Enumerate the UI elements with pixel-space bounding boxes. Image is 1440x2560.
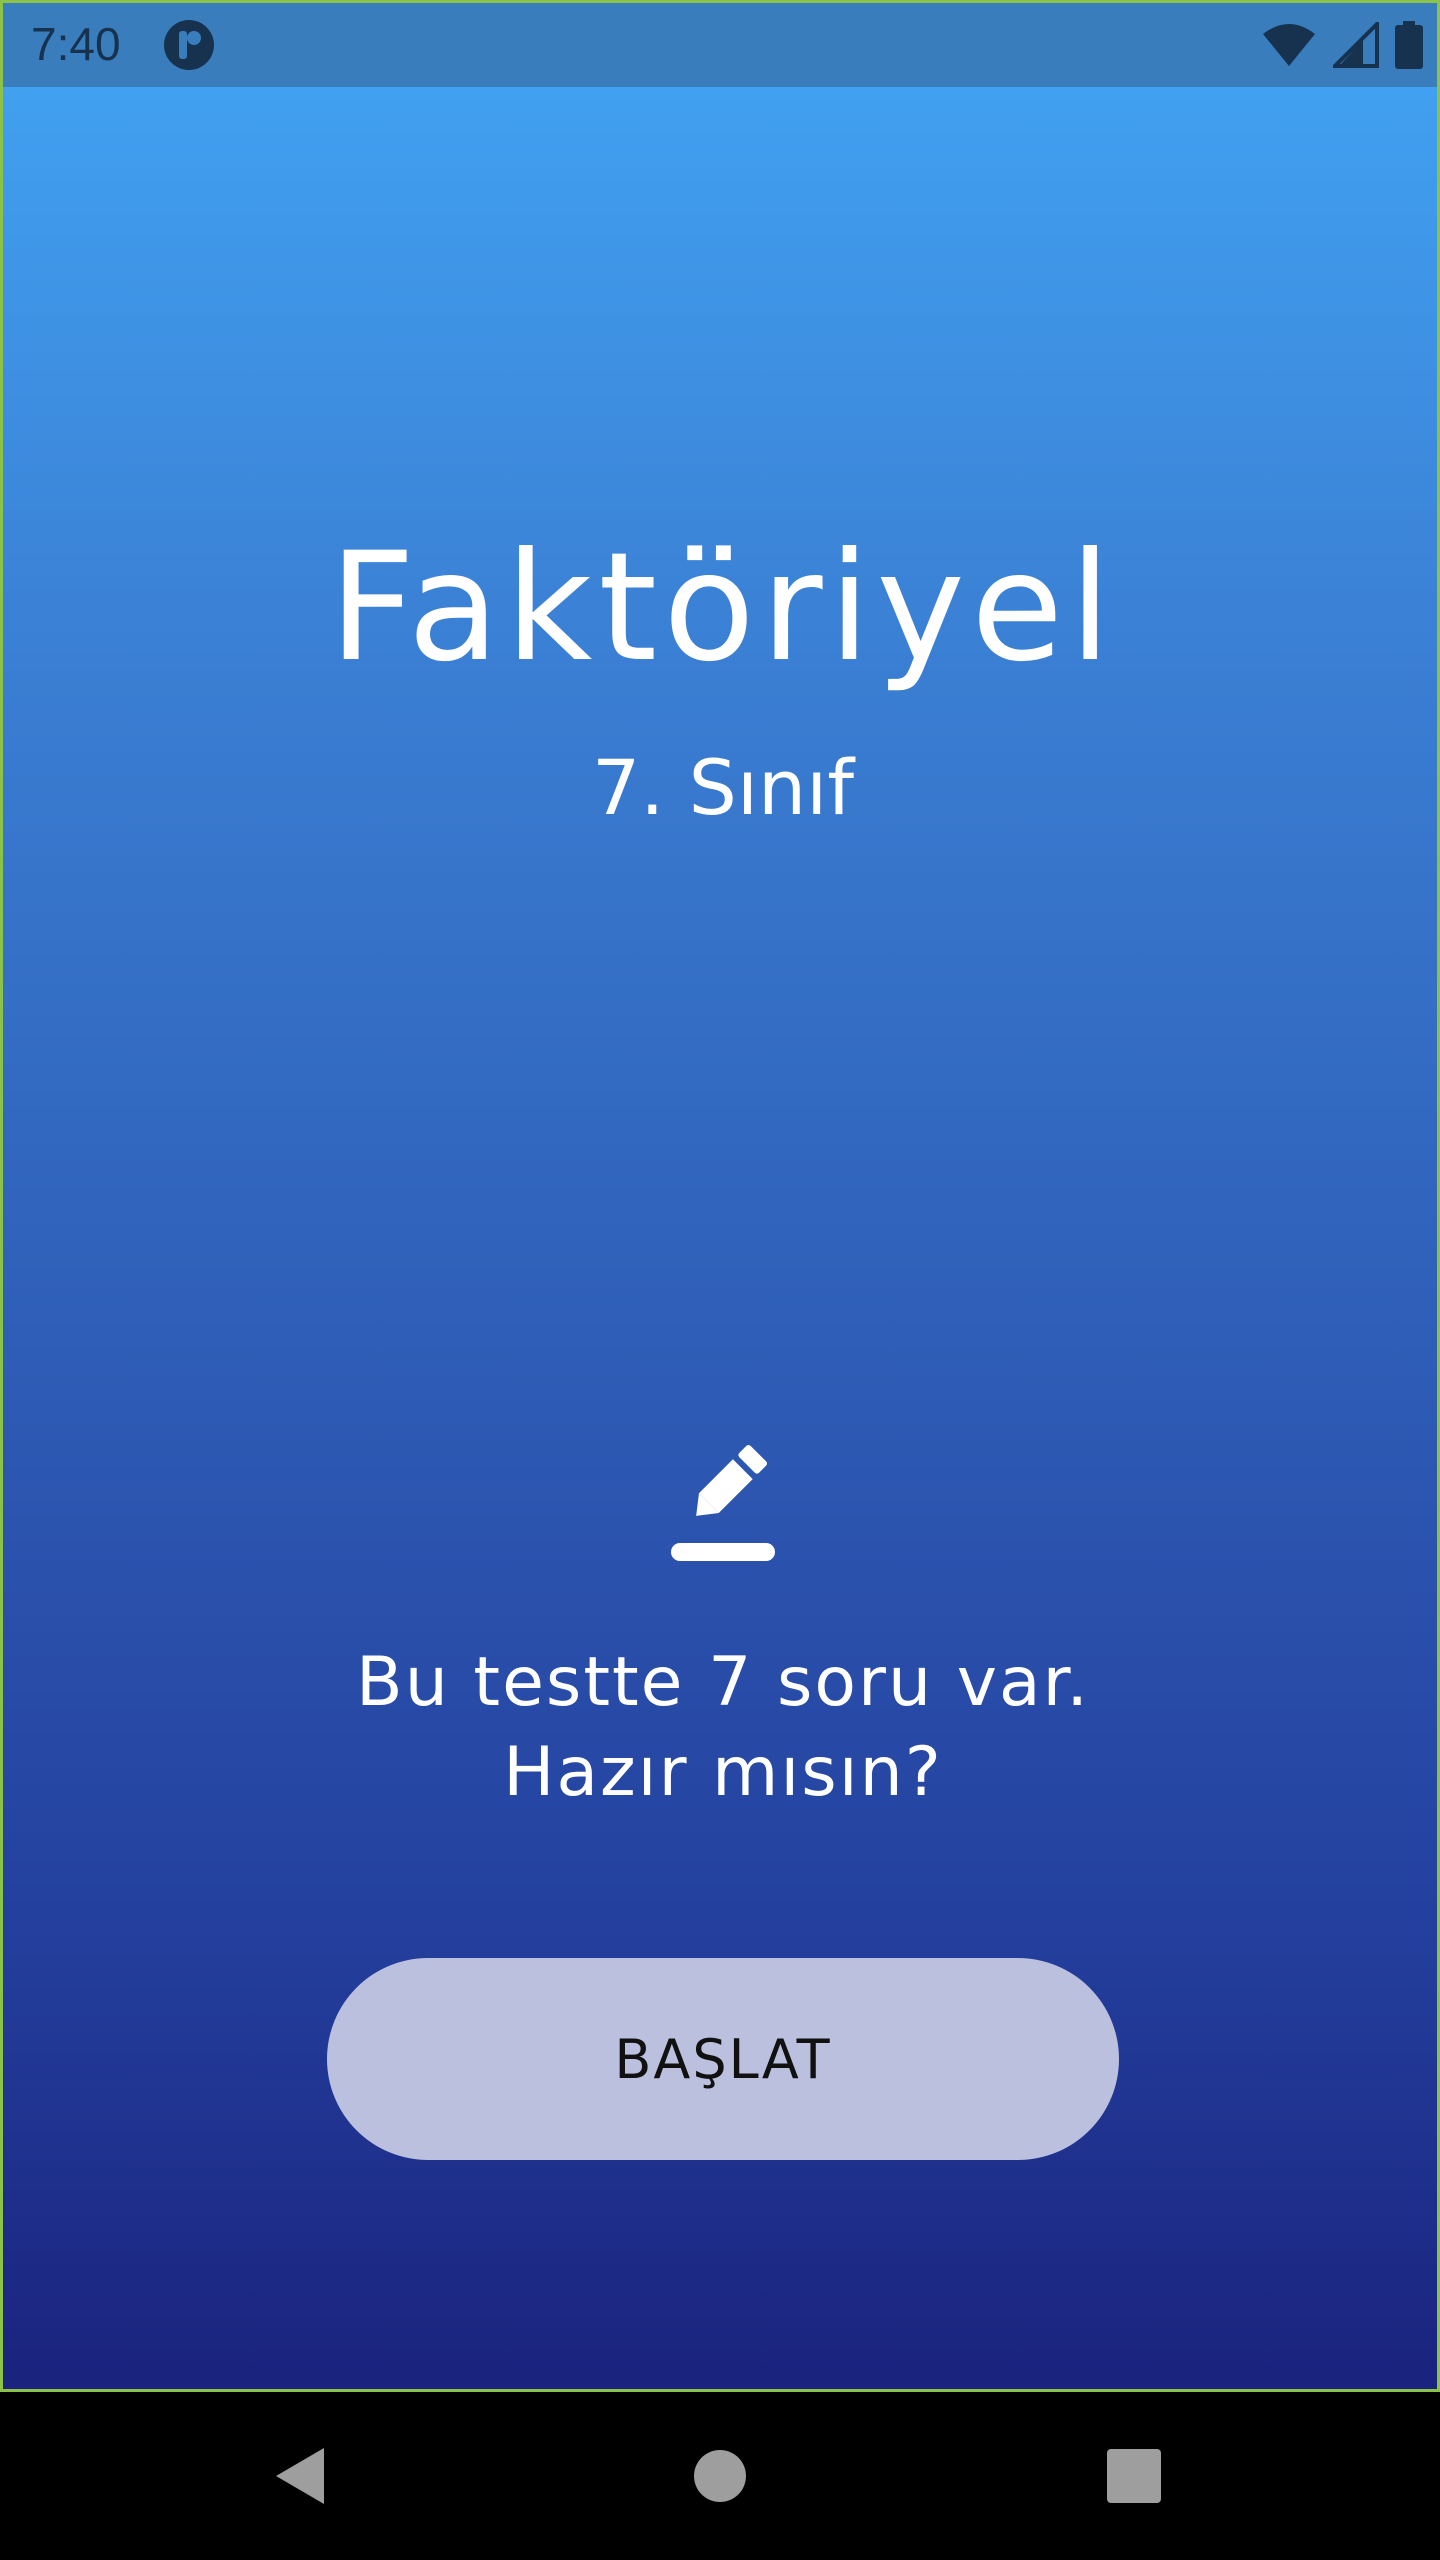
home-button[interactable]: [640, 2392, 800, 2560]
test-info-message: Bu testte 7 soru var. Hazır mısın?: [3, 1638, 1437, 1818]
navigation-bar: [0, 2392, 1440, 2560]
status-bar: 7:40: [3, 3, 1437, 87]
cell-signal-icon: [1333, 22, 1379, 68]
battery-icon: [1395, 21, 1423, 69]
wifi-icon: [1263, 24, 1315, 66]
grade-subtitle: 7. Sınıf: [591, 743, 855, 832]
message-line-questions: Bu testte 7 soru var.: [356, 1643, 1090, 1722]
status-icons: [1261, 17, 1423, 73]
recents-icon: [1107, 2449, 1161, 2503]
edit-pencil-icon: [671, 1444, 775, 1561]
recents-button[interactable]: [1054, 2392, 1214, 2560]
app-notification-icon: [164, 20, 214, 70]
app-screen: 7:40 Faktöriyel 7. Sınıf Bu testte 7 sor…: [0, 0, 1440, 2392]
home-icon: [694, 2450, 746, 2502]
message-line-ready: Hazır mısın?: [503, 1733, 943, 1812]
status-time: 7:40: [31, 18, 121, 70]
start-button[interactable]: BAŞLAT: [327, 1958, 1119, 2160]
back-button[interactable]: [220, 2392, 380, 2560]
page-title: Faktöriyel: [329, 521, 1117, 695]
back-icon: [276, 2448, 324, 2504]
